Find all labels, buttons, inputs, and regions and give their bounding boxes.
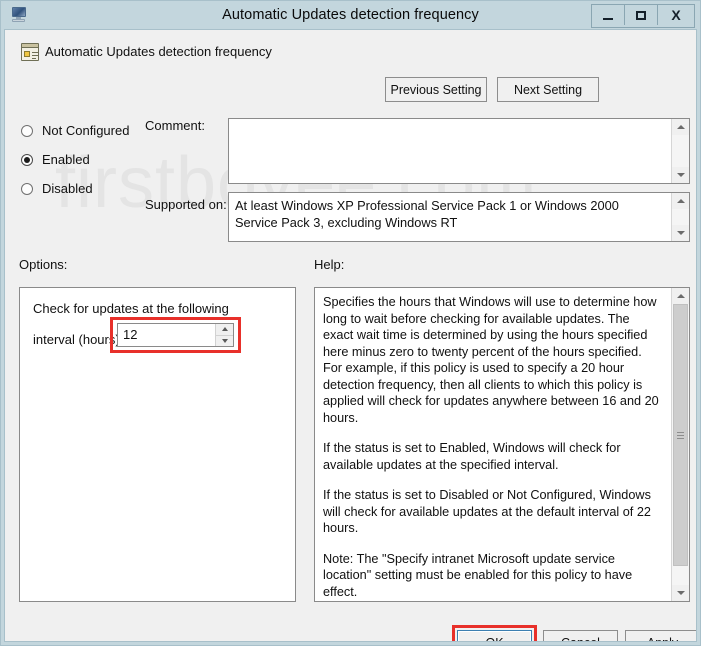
radio-disabled-indicator [21, 182, 33, 195]
comment-scroll-up-button[interactable] [672, 119, 689, 135]
comment-textbox[interactable] [228, 118, 690, 184]
setting-name: Automatic Updates detection frequency [45, 44, 272, 59]
previous-setting-button[interactable]: Previous Setting [385, 77, 487, 102]
spinner-increment-button[interactable] [216, 324, 233, 336]
comment-value[interactable] [229, 119, 671, 183]
chevron-down-icon [676, 231, 685, 235]
supported-scroll-track[interactable] [672, 209, 689, 225]
chevron-down-icon [676, 173, 685, 177]
window-titlebar[interactable]: Automatic Updates detection frequency X [1, 1, 700, 29]
cancel-button[interactable]: Cancel [543, 630, 618, 641]
help-scroll-thumb[interactable] [673, 304, 688, 566]
apply-button[interactable]: Apply [625, 630, 696, 641]
close-button[interactable]: X [658, 5, 694, 25]
supported-on-label: Supported on: [145, 197, 227, 212]
options-label: Options: [19, 257, 68, 272]
radio-not-configured[interactable]: Not Configured [21, 118, 129, 143]
comment-scroll-track[interactable] [672, 135, 689, 167]
minimize-icon [603, 17, 613, 20]
help-scroll-track[interactable] [672, 304, 689, 585]
group-policy-setting-icon [21, 43, 39, 61]
radio-not-configured-indicator [21, 124, 33, 137]
setting-header: Automatic Updates detection frequency [5, 30, 696, 75]
help-label: Help: [314, 257, 345, 272]
screenshot-root: Automatic Updates detection frequency X … [0, 0, 701, 646]
chevron-up-icon [221, 327, 228, 332]
dialog-body: firstboyee.com Automatic Updates detecti… [4, 29, 697, 642]
radio-disabled-label: Disabled [42, 181, 93, 196]
spinner-decrement-button[interactable] [216, 335, 233, 346]
help-paragraph: If the status is set to Enabled, Windows… [323, 441, 621, 472]
radio-disabled[interactable]: Disabled [21, 176, 129, 201]
chevron-up-icon [676, 294, 685, 298]
close-icon: X [671, 7, 681, 23]
ok-button[interactable]: OK [457, 630, 532, 641]
help-scrollbar[interactable] [671, 288, 689, 601]
help-paragraph: If the status is set to Disabled or Not … [323, 488, 651, 535]
computer-monitor-icon [10, 6, 28, 23]
group-policy-setting-window: Automatic Updates detection frequency X … [0, 0, 701, 646]
supported-on-value: At least Windows XP Professional Service… [235, 198, 619, 230]
chevron-down-icon [221, 338, 228, 343]
help-scroll-up-button[interactable] [672, 288, 689, 304]
help-text-content: Specifies the hours that Windows will us… [315, 288, 671, 601]
help-scroll-down-button[interactable] [672, 585, 689, 601]
interval-hours-input[interactable] [118, 324, 215, 346]
state-radio-group: Not Configured Enabled Disabled [21, 118, 129, 205]
help-paragraph: Note: The "Specify intranet Microsoft up… [323, 551, 633, 599]
supported-scroll-down-button[interactable] [672, 225, 689, 241]
supported-scroll-up-button[interactable] [672, 193, 689, 209]
interval-setting-label-line2: interval (hours): [33, 332, 124, 347]
supported-on-scrollbar[interactable] [671, 193, 689, 241]
comment-scrollbar[interactable] [671, 119, 689, 183]
comment-scroll-down-button[interactable] [672, 167, 689, 183]
spinner-buttons [215, 324, 233, 346]
interval-hours-spinner[interactable] [117, 323, 234, 347]
radio-enabled-indicator [21, 153, 33, 166]
chevron-up-icon [676, 125, 685, 129]
next-setting-button[interactable]: Next Setting [497, 77, 599, 102]
help-paragraph: Specifies the hours that Windows will us… [323, 295, 659, 425]
scroll-grip-icon [677, 431, 684, 433]
maximize-icon [636, 10, 646, 20]
chevron-up-icon [676, 199, 685, 203]
radio-not-configured-label: Not Configured [42, 123, 130, 138]
window-controls: X [591, 4, 695, 28]
chevron-down-icon [676, 591, 685, 595]
help-panel: Specifies the hours that Windows will us… [314, 287, 690, 602]
minimize-button[interactable] [592, 5, 625, 25]
supported-on-textbox: At least Windows XP Professional Service… [228, 192, 690, 242]
radio-enabled-label: Enabled [42, 152, 90, 167]
comment-label: Comment: [145, 118, 205, 133]
interval-setting-label-line1: Check for updates at the following [33, 301, 229, 316]
maximize-button[interactable] [625, 5, 658, 25]
radio-enabled[interactable]: Enabled [21, 147, 129, 172]
